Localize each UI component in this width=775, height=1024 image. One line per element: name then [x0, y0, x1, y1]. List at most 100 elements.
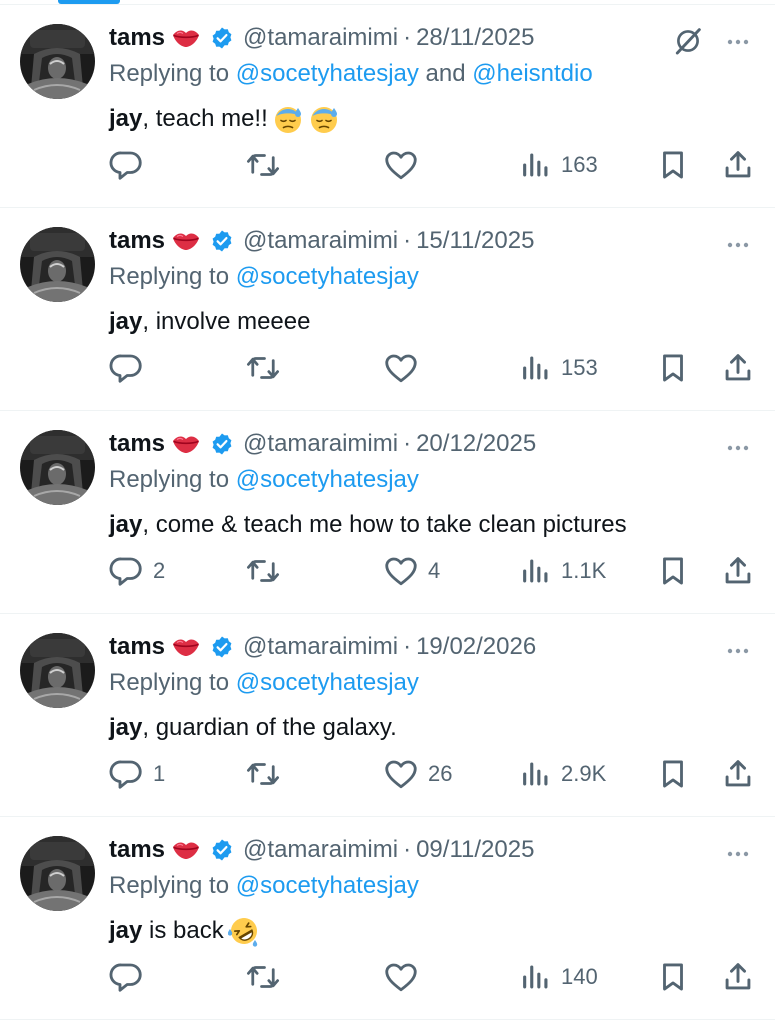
tweet-header: tams @tamaraimimi · 28/11/2025 [109, 21, 534, 55]
mention-link[interactable]: @socetyhatesjay [236, 60, 419, 87]
avatar[interactable] [20, 24, 95, 99]
views-button[interactable]: 1.1K [520, 551, 606, 591]
more-dots-icon[interactable] [723, 839, 753, 874]
share-button[interactable] [722, 551, 754, 591]
views-button[interactable]: 163 [520, 145, 598, 185]
separator: · [403, 227, 412, 254]
handle[interactable]: @tamaraimimi [243, 224, 398, 258]
heart-icon [383, 553, 419, 589]
handle[interactable]: @tamaraimimi [243, 833, 398, 867]
bookmark-button[interactable] [658, 348, 688, 388]
reply-button[interactable]: 1 [108, 754, 165, 794]
like-button[interactable] [383, 957, 428, 997]
tweet-text-bold: jay [109, 714, 143, 741]
views-icon [520, 554, 552, 588]
kiss-lips-icon [171, 26, 201, 50]
handle[interactable]: @tamaraimimi [243, 630, 398, 664]
handle[interactable]: @tamaraimimi [243, 21, 398, 55]
mention-link[interactable]: @heisntdio [472, 60, 592, 87]
verified-badge-icon[interactable] [210, 432, 234, 456]
like-button[interactable] [383, 145, 428, 185]
avatar[interactable] [20, 430, 95, 505]
handle[interactable]: @tamaraimimi [243, 427, 398, 461]
share-icon [722, 756, 754, 792]
repost-button[interactable] [244, 348, 291, 388]
reply-button[interactable] [108, 348, 153, 388]
timestamp[interactable]: 20/12/2025 [416, 427, 536, 461]
bookmark-button[interactable] [658, 145, 688, 185]
replying-to: Replying to @socetyhatesjay [109, 869, 419, 903]
tweet-text-bold: jay [109, 511, 143, 538]
views-icon [520, 960, 552, 994]
mention-link[interactable]: @socetyhatesjay [236, 263, 419, 290]
reply-button[interactable] [108, 145, 153, 185]
reply-button[interactable] [108, 957, 153, 997]
share-button[interactable] [722, 145, 754, 185]
replying-to: Replying to @socetyhatesjay [109, 260, 419, 294]
verified-badge-icon[interactable] [210, 26, 234, 50]
repost-button[interactable] [244, 957, 291, 997]
repost-button[interactable] [244, 145, 291, 185]
reply-button[interactable]: 2 [108, 551, 165, 591]
reply-icon [108, 350, 144, 386]
avatar[interactable] [20, 836, 95, 911]
avatar[interactable] [20, 633, 95, 708]
views-button[interactable]: 153 [520, 348, 598, 388]
like-button[interactable]: 4 [383, 551, 440, 591]
timestamp[interactable]: 28/11/2025 [416, 21, 534, 55]
separator: · [403, 430, 412, 457]
tweet[interactable]: tams @tamaraimimi · 28/11/2025 Replying … [0, 5, 775, 208]
mention-link[interactable]: @socetyhatesjay [236, 872, 419, 899]
more-dots-icon[interactable] [723, 433, 753, 468]
repost-icon [244, 147, 282, 183]
more-dots-icon[interactable] [723, 636, 753, 671]
reply-count: 2 [153, 558, 166, 583]
timestamp[interactable]: 19/02/2026 [416, 630, 536, 664]
mention-link[interactable]: @socetyhatesjay [236, 466, 419, 493]
tweet[interactable]: tams @tamaraimimi · 20/12/2025 Replying … [0, 411, 775, 614]
tweet-header: tams @tamaraimimi · 15/11/2025 [109, 224, 534, 258]
display-name[interactable]: tams [109, 224, 165, 258]
views-button[interactable]: 2.9K [520, 754, 606, 794]
display-name[interactable]: tams [109, 427, 165, 461]
tweet-text: jay, involve meeee [109, 304, 310, 340]
repost-icon [244, 959, 282, 995]
mention-link[interactable]: @socetyhatesjay [236, 669, 419, 696]
replying-prefix: Replying to [109, 669, 230, 696]
tweet-text: jay, guardian of the galaxy. [109, 710, 397, 746]
tweet-text-rest: , teach me!! [142, 105, 268, 132]
like-button[interactable]: 26 [383, 754, 452, 794]
bookmark-icon [658, 554, 688, 588]
verified-badge-icon[interactable] [210, 635, 234, 659]
tweet[interactable]: tams @tamaraimimi · 15/11/2025 Replying … [0, 208, 775, 411]
action-bar: 1 26 2.9K [0, 754, 775, 794]
avatar[interactable] [20, 227, 95, 302]
share-button[interactable] [722, 957, 754, 997]
verified-badge-icon[interactable] [210, 838, 234, 862]
verified-badge-icon[interactable] [210, 229, 234, 253]
kiss-lips-icon [171, 838, 201, 862]
repost-button[interactable] [244, 754, 291, 794]
display-name[interactable]: tams [109, 833, 165, 867]
share-button[interactable] [722, 348, 754, 388]
display-name[interactable]: tams [109, 21, 165, 55]
bookmark-button[interactable] [658, 754, 688, 794]
timestamp[interactable]: 09/11/2025 [416, 833, 534, 867]
tweet[interactable]: tams @tamaraimimi · 19/02/2026 Replying … [0, 614, 775, 817]
repost-button[interactable] [244, 551, 291, 591]
more-dots-icon[interactable] [723, 27, 753, 62]
display-name[interactable]: tams [109, 630, 165, 664]
views-button[interactable]: 140 [520, 957, 598, 997]
share-icon [722, 553, 754, 589]
grok-icon[interactable] [672, 25, 704, 62]
view-count: 140 [561, 964, 598, 989]
bookmark-button[interactable] [658, 957, 688, 997]
more-dots-icon[interactable] [723, 230, 753, 265]
tweet[interactable]: tams @tamaraimimi · 09/11/2025 Replying … [0, 817, 775, 1020]
like-button[interactable] [383, 348, 428, 388]
bookmark-button[interactable] [658, 551, 688, 591]
share-button[interactable] [722, 754, 754, 794]
share-icon [722, 959, 754, 995]
timestamp[interactable]: 15/11/2025 [416, 224, 534, 258]
tweet-text-bold: jay [109, 917, 143, 944]
